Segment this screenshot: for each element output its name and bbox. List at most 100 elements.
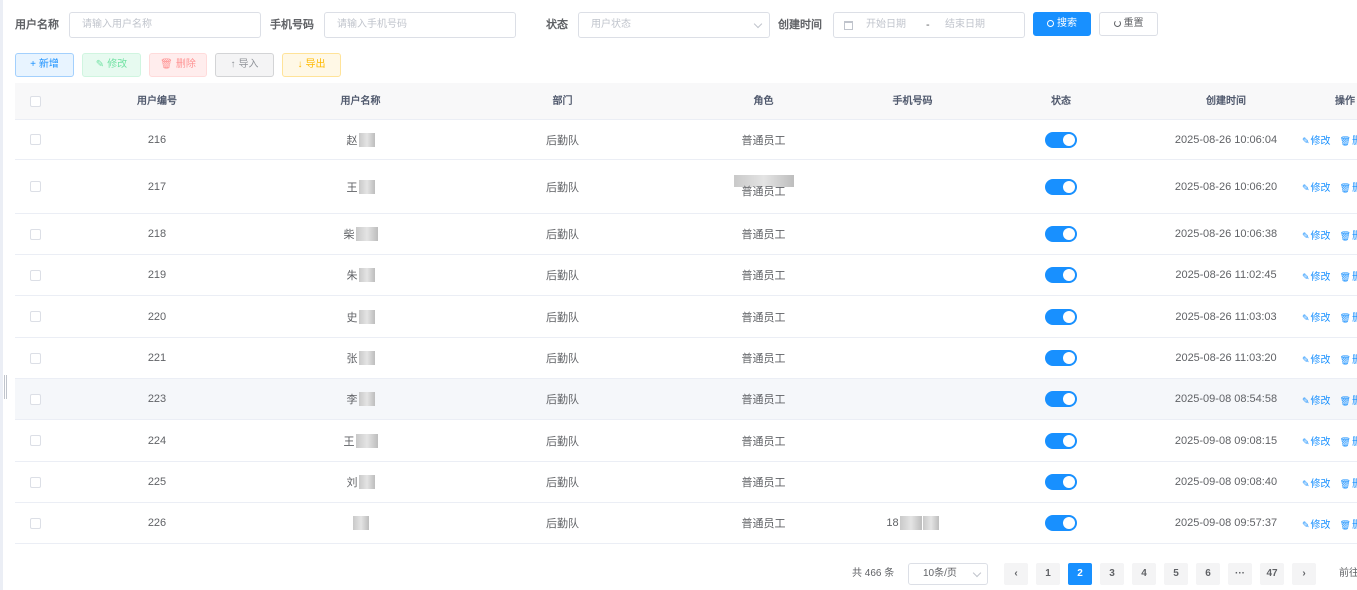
table-row[interactable]: 217 王 后勤队 普通员工 2025-08-26 10:06:20 ✎修改 🗑… [15, 160, 1357, 214]
import-button[interactable]: ↑ 导入 [215, 53, 274, 77]
page-button[interactable]: 1 [1036, 563, 1060, 585]
page-button[interactable]: 4 [1132, 563, 1156, 585]
row-edit-link[interactable]: ✎修改 [1302, 268, 1331, 283]
table-row[interactable]: 219 朱 后勤队 普通员工 2025-08-26 11:02:45 ✎修改 🗑… [15, 255, 1357, 296]
row-checkbox[interactable] [29, 228, 41, 240]
cell-created: 2025-08-26 10:06:20 [1174, 180, 1278, 193]
table-row[interactable]: 223 李 后勤队 普通员工 2025-09-08 08:54:58 ✎修改 🗑… [15, 379, 1357, 420]
row-delete-link[interactable]: 🗑删除 [1340, 516, 1357, 531]
row-delete-link[interactable]: 🗑删除 [1340, 179, 1357, 194]
row-checkbox[interactable] [29, 476, 41, 488]
page-size-select[interactable]: 10条/页 [908, 563, 988, 585]
row-delete-link[interactable]: 🗑删除 [1340, 351, 1357, 366]
status-switch[interactable] [1045, 131, 1077, 148]
cell-created: 2025-09-08 09:08:15 [1174, 434, 1278, 447]
table-row[interactable]: 220 史 后勤队 普通员工 2025-08-26 11:03:03 ✎修改 🗑… [15, 296, 1357, 338]
row-edit-link[interactable]: ✎修改 [1302, 132, 1331, 147]
status-switch[interactable] [1045, 432, 1077, 449]
start-date-input[interactable]: 开始日期 [866, 13, 906, 37]
row-edit-link[interactable]: ✎修改 [1302, 433, 1331, 448]
role-text: 普通员工 [741, 270, 786, 282]
table-row[interactable]: 216 赵 后勤队 普通员工 2025-08-26 10:06:04 ✎修改 🗑… [15, 120, 1357, 160]
add-button[interactable]: + 新增 [15, 53, 74, 77]
resize-handle[interactable] [4, 375, 7, 399]
row-delete-link[interactable]: 🗑删除 [1340, 268, 1357, 283]
table-row[interactable]: 218 柴 后勤队 普通员工 2025-08-26 10:06:38 ✎修改 🗑… [15, 214, 1357, 255]
status-switch[interactable] [1045, 178, 1077, 195]
reset-button[interactable]: 重置 [1099, 12, 1158, 36]
cell-created: 2025-08-26 11:03:20 [1175, 352, 1277, 364]
search-button[interactable]: 搜索 [1033, 12, 1091, 36]
status-switch[interactable] [1045, 226, 1077, 242]
end-date-input[interactable]: 结束日期 [945, 13, 985, 37]
page-button[interactable]: 3 [1100, 563, 1124, 585]
row-edit-link[interactable]: ✎修改 [1302, 227, 1331, 242]
header-created[interactable]: 创建时间 [1161, 83, 1291, 120]
header-dept[interactable]: 部门 [462, 83, 663, 120]
cell-name: 李 [259, 379, 462, 419]
edit-button[interactable]: ✎ 修改 [82, 53, 141, 77]
row-edit-link[interactable]: ✎修改 [1302, 392, 1331, 407]
header-name[interactable]: 用户名称 [259, 83, 462, 120]
row-checkbox[interactable] [29, 352, 41, 364]
row-select-cell [15, 379, 55, 419]
row-select-cell [15, 255, 55, 295]
date-range-picker[interactable]: 开始日期 - 结束日期 [833, 12, 1025, 38]
header-status[interactable]: 状态 [961, 83, 1161, 120]
select-all-checkbox[interactable] [29, 96, 41, 107]
page-button[interactable]: 6 [1196, 563, 1220, 585]
phone-input[interactable]: 请输入手机号码 [324, 12, 516, 38]
row-checkbox[interactable] [29, 393, 41, 405]
search-icon [1047, 20, 1054, 27]
export-button[interactable]: ↓ 导出 [282, 53, 341, 77]
row-edit-link[interactable]: ✎修改 [1302, 179, 1331, 194]
row-delete-link[interactable]: 🗑删除 [1340, 433, 1357, 448]
header-role[interactable]: 角色 [663, 83, 864, 120]
page-button[interactable]: 47 [1260, 563, 1284, 585]
table-row[interactable]: 224 王 后勤队 普通员工 2025-09-08 09:08:15 ✎修改 🗑… [15, 420, 1357, 462]
table-row[interactable]: 226 后勤队 普通员工 18 2025-09-08 09:57:37 ✎修改 … [15, 503, 1357, 544]
status-switch[interactable] [1045, 350, 1077, 366]
edit-icon: ✎ [1302, 395, 1310, 406]
trash-icon: 🗑 [1339, 271, 1351, 282]
header-phone[interactable]: 手机号码 [864, 83, 961, 120]
cell-ops: ✎修改 🗑删除 [1302, 296, 1357, 337]
page-button[interactable]: 2 [1068, 563, 1092, 585]
page-button[interactable]: 5 [1164, 563, 1188, 585]
row-checkbox[interactable] [29, 435, 41, 446]
status-switch[interactable] [1045, 308, 1077, 325]
cell-dept: 后勤队 [546, 134, 579, 147]
row-delete-link[interactable]: 🗑删除 [1340, 227, 1357, 242]
row-delete-link[interactable]: 🗑删除 [1340, 132, 1357, 147]
username-label: 用户名称 [15, 19, 59, 31]
status-switch[interactable] [1045, 474, 1077, 490]
row-edit-link[interactable]: ✎修改 [1302, 309, 1331, 324]
export-button-label: 导出 [305, 59, 326, 70]
row-checkbox[interactable] [29, 311, 41, 322]
status-switch[interactable] [1045, 515, 1077, 531]
header-id[interactable]: 用户编号 [55, 83, 259, 120]
table-row[interactable]: 221 张 后勤队 普通员工 2025-08-26 11:03:20 ✎修改 🗑… [15, 338, 1357, 379]
table-row[interactable]: 225 刘 后勤队 普通员工 2025-09-08 09:08:40 ✎修改 🗑… [15, 462, 1357, 503]
status-switch[interactable] [1045, 391, 1077, 407]
status-select[interactable]: 用户状态 [578, 12, 770, 38]
row-edit-link[interactable]: ✎修改 [1302, 351, 1331, 366]
row-delete-link[interactable]: 🗑删除 [1340, 309, 1357, 324]
cell-created: 2025-08-26 10:06:38 [1174, 228, 1278, 240]
row-delete-link[interactable]: 🗑删除 [1340, 392, 1357, 407]
username-input[interactable]: 请输入用户名称 [69, 12, 261, 38]
row-delete-link[interactable]: 🗑删除 [1340, 475, 1357, 490]
row-checkbox[interactable] [29, 181, 41, 192]
delete-button[interactable]: 🗑 删除 [149, 53, 207, 77]
name-text: 史 [346, 311, 358, 324]
role-text: 普通员工 [741, 353, 786, 365]
row-checkbox[interactable] [29, 269, 41, 281]
row-checkbox[interactable] [29, 134, 41, 145]
page-ellipsis[interactable]: ··· [1228, 563, 1252, 585]
prev-page-button[interactable]: ‹ [1004, 563, 1028, 585]
next-page-button[interactable]: › [1292, 563, 1316, 585]
row-edit-link[interactable]: ✎修改 [1302, 475, 1331, 490]
row-edit-link[interactable]: ✎修改 [1302, 516, 1331, 531]
row-checkbox[interactable] [29, 517, 41, 529]
status-switch[interactable] [1045, 267, 1077, 283]
